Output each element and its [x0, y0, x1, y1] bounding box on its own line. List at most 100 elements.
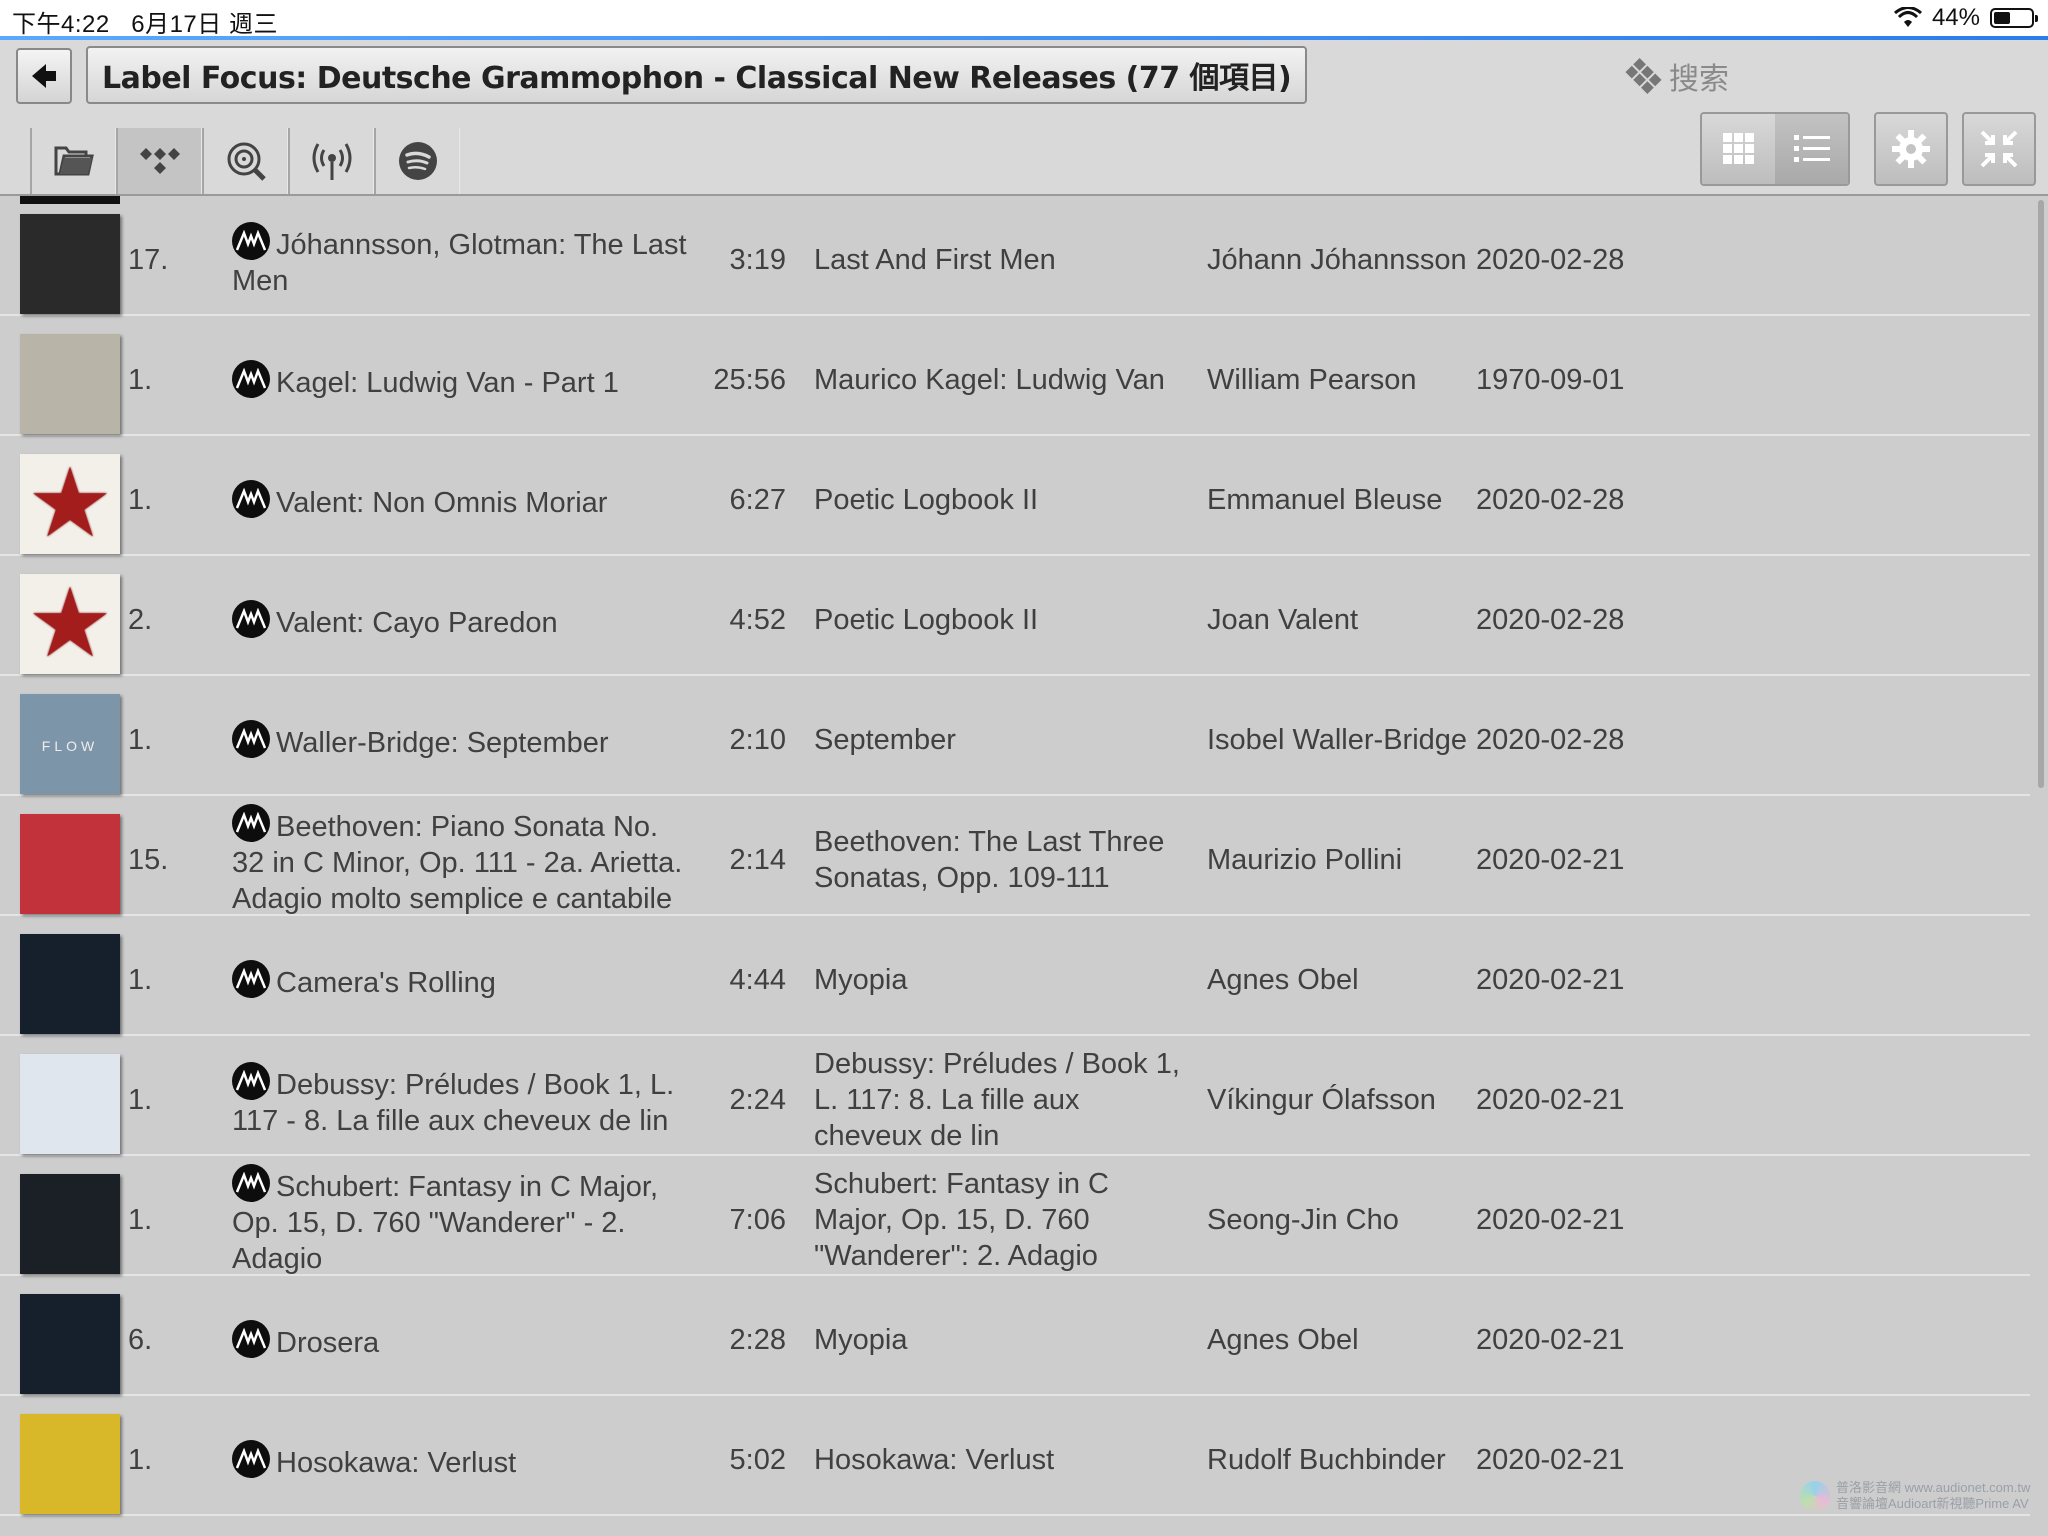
track-album-text: Schubert: Fantasy in C Major, Op. 15, D.…	[814, 1168, 1109, 1272]
track-title-text: Kagel: Ludwig Van - Part 1	[276, 367, 619, 399]
list-view-button[interactable]	[1775, 114, 1848, 184]
album-cover[interactable]: ★	[20, 574, 120, 674]
table-row[interactable]: ★ 2. Valent: Cayo Paredon 4:52 Poetic Logboo…	[0, 556, 2030, 676]
track-title-text: Waller-Bridge: September	[276, 727, 609, 759]
album-cover[interactable]	[20, 1294, 120, 1394]
track-album-text: Beethoven: The Last Three Sonatas, Opp. …	[814, 826, 1165, 894]
tab-tidal[interactable]	[116, 128, 202, 194]
album-cover[interactable]	[20, 934, 120, 1034]
track-title[interactable]: Waller-Bridge: September	[232, 720, 692, 761]
mqa-icon	[232, 360, 270, 398]
status-bar: 下午4:22 6月17日 週三 44%	[0, 0, 2048, 38]
track-index-text: 15.	[128, 844, 169, 876]
album-cover[interactable]	[20, 1174, 120, 1274]
album-cover[interactable]: FLOW	[20, 694, 120, 794]
track-title-text: Valent: Cayo Paredon	[276, 607, 558, 639]
track-date-text: 2020-02-28	[1476, 484, 1625, 516]
mqa-icon	[232, 804, 270, 842]
track-artist: Rudolf Buchbinder	[1207, 1442, 1477, 1478]
track-artist-text: Joan Valent	[1207, 604, 1359, 636]
tab-radio[interactable]	[288, 128, 374, 194]
track-title[interactable]: Kagel: Ludwig Van - Part 1	[232, 360, 692, 401]
tab-spotify[interactable]	[374, 128, 460, 194]
status-date: 6月17日 週三	[131, 11, 278, 38]
track-index: 17.	[128, 242, 168, 278]
track-index: 15.	[128, 842, 168, 878]
track-duration: 2:14	[700, 842, 786, 878]
track-date-text: 2020-02-21	[1476, 1084, 1625, 1116]
track-date: 2020-02-21	[1476, 1082, 1624, 1118]
track-date-text: 2020-02-28	[1476, 724, 1625, 756]
table-row[interactable]: 1. Kagel: Ludwig Van - Part 1 25:56 Maurico…	[0, 316, 2030, 436]
track-title[interactable]: Camera's Rolling	[232, 960, 692, 1001]
table-row[interactable]: ★ 1. Valent: Non Omnis Moriar 6:27 Poetic Lo…	[0, 436, 2030, 556]
track-date-text: 2020-02-21	[1476, 1204, 1625, 1236]
wifi-icon	[1893, 7, 1922, 27]
track-artist-text: Víkingur Ólafsson	[1207, 1084, 1436, 1116]
track-title-text: Debussy: Préludes / Book 1, L. 117 - 8. …	[232, 1069, 675, 1137]
search-button[interactable]: 搜索	[1625, 54, 1729, 98]
settings-button[interactable]	[1874, 112, 1948, 186]
album-cover[interactable]	[20, 334, 120, 434]
album-cover[interactable]	[20, 1414, 120, 1514]
track-index: 1.	[128, 482, 152, 518]
track-title[interactable]: Schubert: Fantasy in C Major, Op. 15, D.…	[232, 1164, 692, 1277]
track-index-text: 1.	[128, 1204, 153, 1236]
track-album-text: Poetic Logbook II	[814, 604, 1039, 636]
track-duration: 25:56	[700, 362, 786, 398]
track-date: 1970-09-01	[1476, 362, 1624, 398]
watermark: 普洛影音網 www.audionet.com.tw 音響論壇Audioart新視…	[1800, 1480, 2030, 1512]
album-cover[interactable]	[20, 814, 120, 914]
track-index: 1.	[128, 1202, 152, 1238]
track-title-text: Drosera	[276, 1327, 380, 1359]
tab-disc-search[interactable]	[202, 128, 288, 194]
track-index-text: 1.	[128, 364, 153, 396]
track-title[interactable]: Beethoven: Piano Sonata No. 32 in C Mino…	[232, 804, 692, 917]
track-index-text: 1.	[128, 724, 153, 756]
table-row[interactable]: 6. Drosera 2:28 Myopia Agnes Obel 2020-02-21	[0, 1276, 2030, 1396]
track-title-text: Valent: Non Omnis Moriar	[276, 487, 608, 519]
watermark-line2: 音響論壇Audioart新視聽Prime AV	[1836, 1496, 2029, 1511]
table-row[interactable]: 1. Schubert: Fantasy in C Major, Op. 15, …	[0, 1156, 2030, 1276]
track-artist-text: Agnes Obel	[1207, 1324, 1359, 1356]
track-index-text: 1.	[128, 484, 153, 516]
track-title-text: Beethoven: Piano Sonata No. 32 in C Mino…	[232, 811, 683, 915]
table-row[interactable]: 1. Debussy: Préludes / Book 1, L. 117 - 8…	[0, 1036, 2030, 1156]
album-cover[interactable]	[20, 1054, 120, 1154]
arrow-left-icon	[32, 64, 56, 88]
track-album: Beethoven: The Last Three Sonatas, Opp. …	[814, 824, 1184, 896]
track-index: 1.	[128, 1442, 152, 1478]
track-album: Myopia	[814, 1322, 1184, 1358]
track-duration-text: 3:19	[729, 244, 786, 276]
album-cover[interactable]: ★	[20, 454, 120, 554]
collapse-button[interactable]	[1962, 112, 2036, 186]
track-duration-text: 2:24	[729, 1084, 786, 1116]
album-cover[interactable]	[20, 214, 120, 314]
spotify-icon	[398, 142, 437, 180]
track-index: 1.	[128, 722, 152, 758]
table-row[interactable]: 17. Jóhannsson, Glotman: The Last Men 3:19…	[0, 196, 2030, 316]
table-row[interactable]: 1. Camera's Rolling 4:44 Myopia Agnes Obel 20…	[0, 916, 2030, 1036]
table-row[interactable]: FLOW 1. Waller-Bridge: September 2:10 Septem…	[0, 676, 2030, 796]
tab-folder[interactable]	[30, 128, 116, 194]
track-title[interactable]: Valent: Non Omnis Moriar	[232, 480, 692, 521]
track-date-text: 2020-02-21	[1476, 1324, 1625, 1356]
track-duration-text: 25:56	[713, 364, 786, 396]
track-title[interactable]: Debussy: Préludes / Book 1, L. 117 - 8. …	[232, 1062, 692, 1139]
back-button[interactable]	[16, 48, 72, 104]
scrollbar[interactable]	[2038, 200, 2044, 788]
track-date: 2020-02-21	[1476, 1322, 1624, 1358]
track-title[interactable]: Drosera	[232, 1320, 692, 1361]
radio-icon	[312, 143, 351, 180]
track-album-text: Myopia	[814, 1324, 908, 1356]
track-album-text: Myopia	[814, 964, 908, 996]
table-row[interactable]: 15. Beethoven: Piano Sonata No. 32 in C M…	[0, 796, 2030, 916]
track-duration: 5:02	[700, 1442, 786, 1478]
track-title[interactable]: Jóhannsson, Glotman: The Last Men	[232, 222, 692, 299]
table-row[interactable]: 1. Hosokawa: Verlust 5:02 Hosokawa: Verlust…	[0, 1396, 2030, 1516]
track-date-text: 2020-02-28	[1476, 604, 1625, 636]
grid-view-button[interactable]	[1702, 114, 1775, 184]
track-title[interactable]: Hosokawa: Verlust	[232, 1440, 692, 1481]
track-album-text: Poetic Logbook II	[814, 484, 1039, 516]
track-title[interactable]: Valent: Cayo Paredon	[232, 600, 692, 641]
